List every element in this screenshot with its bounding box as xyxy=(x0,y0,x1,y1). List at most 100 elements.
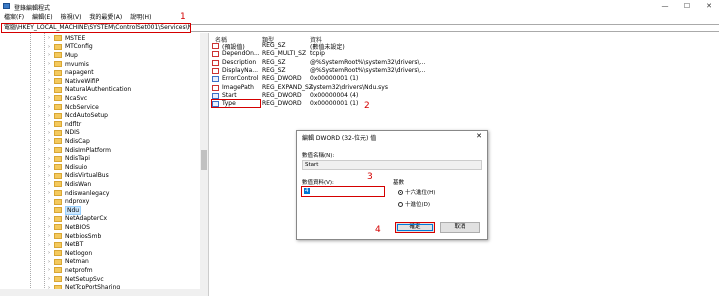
tree-item[interactable]: › NdisVirtualBus xyxy=(48,172,198,181)
value-row[interactable]: DependOn... REG_MULTI_SZ tcpip xyxy=(212,50,712,58)
tree-item[interactable]: › NcdAutoSetup xyxy=(48,111,198,120)
menu-bar: 檔案(F) 編輯(E) 檢視(V) 我的最愛(A) 說明(H) xyxy=(0,13,720,23)
tree-item-label: NdisTapi xyxy=(65,155,90,163)
annotation-1: 1 xyxy=(180,12,186,22)
menu-view[interactable]: 檢視(V) xyxy=(61,13,82,23)
tree-item[interactable]: › mvumis xyxy=(48,60,198,69)
tree-item[interactable]: › napagent xyxy=(48,68,198,77)
value-row[interactable]: Description REG_SZ @%SystemRoot%\system32\… xyxy=(212,59,712,67)
tree-item[interactable]: › ndiswanlegacy xyxy=(48,189,198,198)
value-type: REG_DWORD xyxy=(262,100,302,108)
value-row[interactable]: ErrorControl REG_DWORD 0x00000001 (1) xyxy=(212,75,712,83)
tree-item-label: Netman xyxy=(65,258,89,266)
value-data-input[interactable]: 4 xyxy=(301,186,385,197)
tree-item[interactable]: › NetSetupSvc xyxy=(48,275,198,284)
tree-item[interactable]: › NaturalAuthentication xyxy=(48,86,198,95)
tree-item[interactable]: › NetBT xyxy=(48,240,198,249)
tree-item[interactable]: › ndproxy xyxy=(48,197,198,206)
folder-icon xyxy=(54,35,62,42)
tree-item[interactable]: › NcaSvc xyxy=(48,94,198,103)
tree-item[interactable]: › Mup xyxy=(48,51,198,60)
tree-item[interactable]: › NetBIOS xyxy=(48,223,198,232)
folder-icon xyxy=(54,250,62,257)
tree-item-label: NativeWifiP xyxy=(65,77,100,85)
key-tree: › MSTEE › MTConfig › Mup › mvumis › napagent › Nati… xyxy=(0,33,209,296)
value-type: REG_MULTI_SZ xyxy=(262,50,307,58)
hex-radio[interactable]: 十六進位(H) xyxy=(398,188,435,196)
tree-item[interactable]: › NcbService xyxy=(48,103,198,112)
dialog-close-icon[interactable]: ✕ xyxy=(476,132,482,140)
dec-radio[interactable]: 十進位(D) xyxy=(398,200,430,208)
tree-item[interactable]: › NdisTapi xyxy=(48,154,198,163)
folder-icon xyxy=(54,95,62,102)
value-row[interactable]: Type REG_DWORD 0x00000001 (1) xyxy=(212,100,712,108)
tree-item[interactable]: › Ndisuio xyxy=(48,163,198,172)
annotation-3: 3 xyxy=(367,172,373,182)
hex-radio-label: 十六進位(H) xyxy=(405,190,436,196)
menu-favorites[interactable]: 我的最愛(A) xyxy=(89,13,122,23)
menu-help[interactable]: 說明(H) xyxy=(130,13,151,23)
folder-icon xyxy=(54,267,62,274)
base-group-label: 基數 xyxy=(393,180,405,186)
value-type: REG_SZ xyxy=(262,58,286,66)
folder-icon xyxy=(54,104,62,111)
minimize-button[interactable]: — xyxy=(654,0,676,13)
string-value-icon xyxy=(212,84,219,91)
maximize-button[interactable]: ☐ xyxy=(676,0,698,13)
tree-item-label: MSTEE xyxy=(65,34,86,42)
ok-button[interactable]: 確定 xyxy=(395,222,435,233)
tree-item[interactable]: › Netlogon xyxy=(48,249,198,258)
string-value-icon xyxy=(212,67,219,74)
tree-item[interactable]: › NdisWan xyxy=(48,180,198,189)
radio-selected-icon xyxy=(398,189,403,195)
folder-icon xyxy=(54,258,62,265)
tree-item[interactable]: Ndu xyxy=(48,205,198,215)
value-name: DisplayNa... xyxy=(222,66,259,74)
value-row[interactable]: Start REG_DWORD 0x00000004 (4) xyxy=(212,92,712,100)
value-row[interactable]: (預設值) REG_SZ (數值未設定) xyxy=(212,42,712,51)
cancel-button[interactable]: 取消 xyxy=(440,222,480,233)
tree-item[interactable]: › netprofm xyxy=(48,266,198,275)
tree-item[interactable]: › NativeWifiP xyxy=(48,77,198,86)
tree-item[interactable]: › NetbiosSmb xyxy=(48,232,198,241)
folder-icon xyxy=(54,147,62,154)
window-title: 登錄編輯程式 xyxy=(14,5,51,12)
edit-dword-dialog: 編輯 DWORD (32-位元) 值 ✕ 數值名稱(N): Start 數值資料… xyxy=(296,130,488,240)
tree-item-label: NcaSvc xyxy=(65,94,88,102)
value-row[interactable]: DisplayNa... REG_SZ @%SystemRoot%\system32… xyxy=(212,67,712,75)
address-bar-rest[interactable] xyxy=(191,24,719,32)
value-type: REG_SZ xyxy=(262,66,286,74)
tree-item[interactable]: › NdisImPlatform xyxy=(48,146,198,155)
folder-icon xyxy=(54,190,62,197)
menu-edit[interactable]: 編輯(E) xyxy=(32,13,52,23)
close-button[interactable]: ✕ xyxy=(698,0,720,13)
tree-item-label: mvumis xyxy=(65,60,89,68)
folder-icon xyxy=(54,233,62,240)
tree-item[interactable]: › NDIS xyxy=(48,129,198,138)
tree-item-label: napagent xyxy=(65,69,94,77)
radio-icon xyxy=(398,201,403,207)
address-bar[interactable]: 電腦\HKEY_LOCAL_MACHINE\SYSTEM\ControlSet0… xyxy=(1,23,191,33)
tree-item-label: NetSetupSvc xyxy=(65,275,104,283)
tree-item-label: NdisVirtualBus xyxy=(65,172,109,180)
dialog-title: 編輯 DWORD (32-位元) 值 xyxy=(302,135,377,142)
tree-item[interactable]: › MTConfig xyxy=(48,43,198,52)
tree-item[interactable]: › MSTEE xyxy=(48,34,198,43)
tree-item[interactable]: › Netman xyxy=(48,258,198,267)
annotation-4: 4 xyxy=(375,225,381,235)
menu-file[interactable]: 檔案(F) xyxy=(4,13,24,23)
tree-item-label: Ndisuio xyxy=(65,163,88,171)
value-row[interactable]: ImagePath REG_EXPAND_SZ system32\drivers\N… xyxy=(212,84,712,92)
value-name: ErrorControl xyxy=(222,75,259,83)
value-data: tcpip xyxy=(310,50,325,58)
tree-hscrollbar[interactable] xyxy=(0,289,208,296)
tree-item[interactable]: › ndfltr xyxy=(48,120,198,129)
dec-radio-label: 十進位(D) xyxy=(405,202,431,208)
tree-scrollbar-thumb[interactable] xyxy=(201,150,207,170)
value-name: DependOn... xyxy=(222,50,260,58)
tree-item-label: Mup xyxy=(65,51,78,59)
tree-item-label: ndproxy xyxy=(65,198,90,206)
tree-item[interactable]: › NetAdapterCx xyxy=(48,215,198,224)
tree-item[interactable]: › NdisCap xyxy=(48,137,198,146)
value-data: 0x00000001 (1) xyxy=(310,100,359,108)
